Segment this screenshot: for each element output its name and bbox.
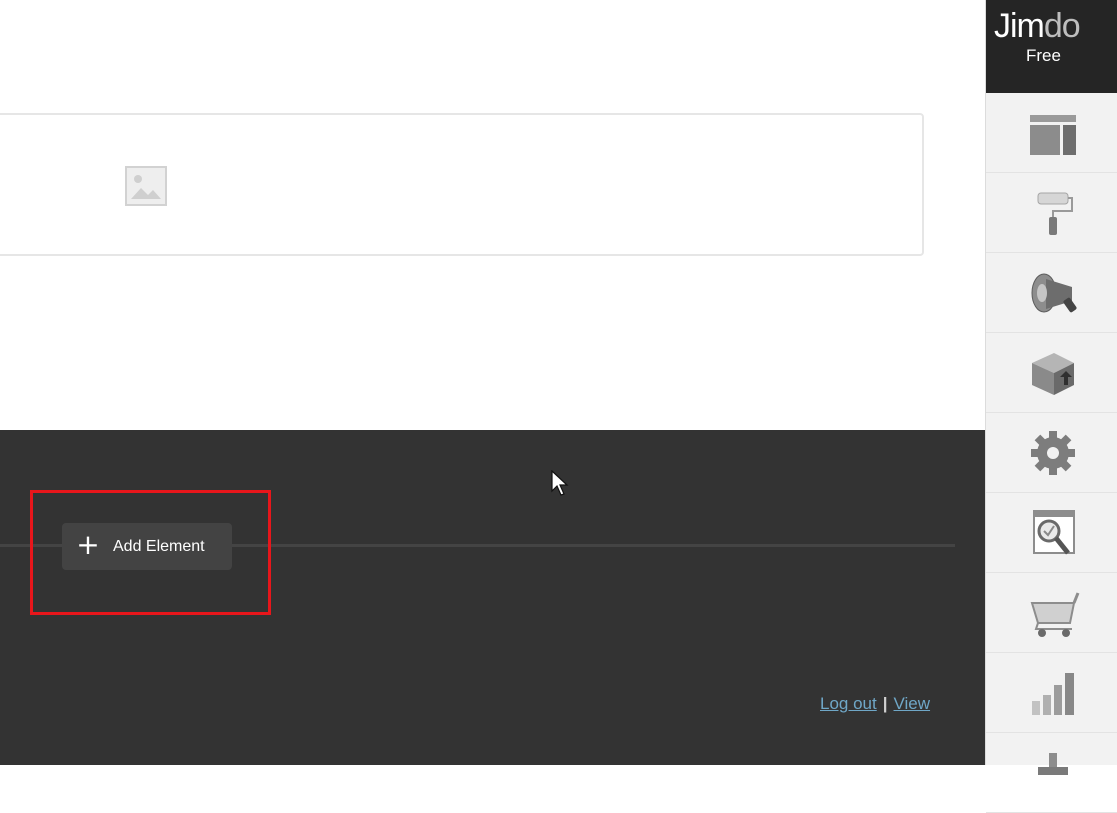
mouse-cursor-icon bbox=[551, 470, 569, 496]
stamp-icon bbox=[1038, 753, 1068, 775]
sidebar-item-upgrade[interactable] bbox=[986, 333, 1117, 413]
footer-links: Log out | View bbox=[820, 694, 930, 714]
view-link[interactable]: View bbox=[894, 694, 931, 713]
sidebar-item-statistics[interactable] bbox=[986, 653, 1117, 733]
layout-icon bbox=[1030, 115, 1076, 155]
admin-sidebar: Jimdo Free bbox=[985, 0, 1117, 813]
sidebar-item-layout[interactable] bbox=[986, 93, 1117, 173]
plan-label: Free bbox=[1026, 46, 1061, 65]
sidebar-item-more[interactable] bbox=[986, 733, 1117, 813]
magnifier-icon bbox=[1033, 510, 1075, 555]
sidebar-item-seo[interactable] bbox=[986, 493, 1117, 573]
paint-roller-icon bbox=[1037, 192, 1073, 235]
page-content bbox=[0, 0, 985, 430]
jimdo-logo: Jimdo bbox=[994, 7, 1081, 45]
sidebar-item-marketing[interactable] bbox=[986, 253, 1117, 333]
add-element-label: Add Element bbox=[113, 538, 205, 555]
megaphone-icon bbox=[1031, 273, 1077, 313]
logout-link[interactable]: Log out bbox=[820, 694, 877, 713]
sidebar-item-design[interactable] bbox=[986, 173, 1117, 253]
sidebar-item-settings[interactable] bbox=[986, 413, 1117, 493]
bar-chart-icon bbox=[1032, 673, 1074, 715]
plus-icon: + bbox=[76, 528, 100, 561]
box-icon bbox=[1032, 353, 1074, 395]
image-icon bbox=[125, 166, 167, 206]
gear-icon bbox=[1031, 431, 1075, 475]
link-separator: | bbox=[882, 694, 888, 713]
cart-icon bbox=[1030, 592, 1080, 637]
brand-header[interactable]: Jimdo Free bbox=[986, 0, 1117, 93]
sidebar-item-store[interactable] bbox=[986, 573, 1117, 653]
add-element-button[interactable]: + Add Element bbox=[62, 523, 232, 570]
